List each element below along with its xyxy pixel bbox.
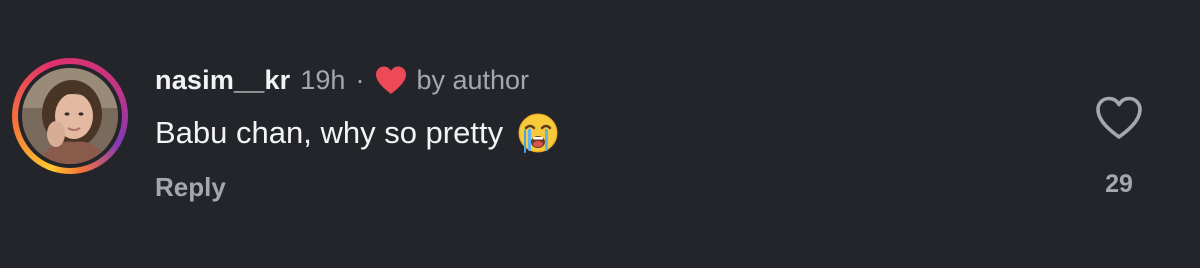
heart-icon: [374, 65, 408, 95]
story-ring[interactable]: [12, 58, 128, 174]
liked-by-author-label: by author: [416, 64, 530, 95]
timestamp: 19h: [300, 64, 346, 95]
reply-button[interactable]: Reply: [155, 172, 226, 203]
separator-dot: ·: [355, 64, 365, 95]
heart-outline-icon[interactable]: [1094, 95, 1144, 141]
avatar-image: [22, 68, 118, 164]
loudly-crying-face-icon: [517, 112, 559, 154]
like-count: 29: [1105, 170, 1133, 198]
comment-row: nasim__kr 19h · by author Babu chan, why…: [0, 0, 1200, 268]
comment-header: nasim__kr 19h · by author: [155, 62, 529, 98]
comment-text: Babu chan, why so pretty: [155, 115, 504, 150]
comment-body: Babu chan, why so pretty: [155, 112, 559, 154]
avatar[interactable]: [22, 68, 118, 164]
username[interactable]: nasim__kr: [155, 65, 290, 96]
